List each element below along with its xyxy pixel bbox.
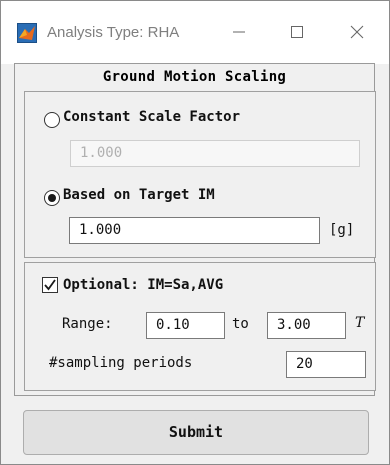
optional-label[interactable]: Optional: IM=Sa,AVG xyxy=(63,277,223,293)
sampling-periods-label: #sampling periods xyxy=(49,355,193,371)
period-symbol: T xyxy=(355,315,365,331)
minimize-button[interactable] xyxy=(217,15,261,49)
close-icon xyxy=(350,25,364,39)
window-title: Analysis Type: RHA xyxy=(47,24,180,41)
range-from-input[interactable]: 0.10 xyxy=(146,312,225,339)
analysis-window: Analysis Type: RHA Ground Motion Scaling… xyxy=(0,0,390,465)
title-bar[interactable]: Analysis Type: RHA xyxy=(1,1,389,64)
matlab-app-icon xyxy=(17,23,37,43)
minimize-icon xyxy=(233,31,245,33)
sampling-periods-input[interactable]: 20 xyxy=(286,351,366,378)
constant-scale-radio[interactable] xyxy=(44,112,60,128)
target-im-unit: [g] xyxy=(329,222,355,238)
range-to-input[interactable]: 3.00 xyxy=(267,312,346,339)
checkmark-icon xyxy=(44,279,56,291)
close-button[interactable] xyxy=(335,15,379,49)
range-label: Range: xyxy=(62,316,113,332)
constant-scale-label[interactable]: Constant Scale Factor xyxy=(63,109,240,125)
target-im-input[interactable]: 1.000 xyxy=(69,217,320,244)
target-im-label[interactable]: Based on Target IM xyxy=(63,187,215,203)
range-to-label: to xyxy=(232,316,249,332)
panel-title: Ground Motion Scaling xyxy=(102,69,287,85)
submit-button[interactable]: Submit xyxy=(23,410,369,455)
maximize-button[interactable] xyxy=(275,15,319,49)
optional-checkbox[interactable] xyxy=(42,277,58,293)
maximize-icon xyxy=(291,26,303,38)
target-im-radio[interactable] xyxy=(44,190,60,206)
constant-scale-input[interactable]: 1.000 xyxy=(70,140,360,167)
